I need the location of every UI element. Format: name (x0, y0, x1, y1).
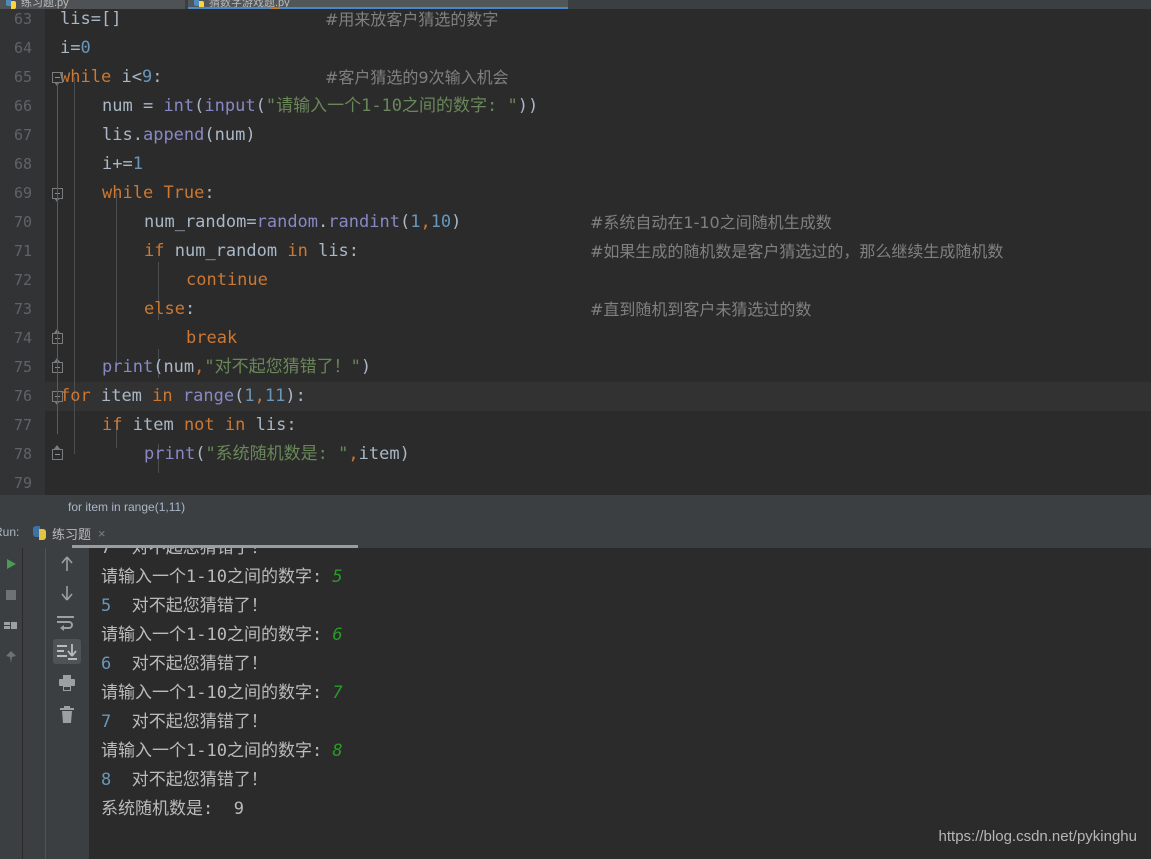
run-tool-window[interactable]: Run: 练习题 × (0, 521, 1151, 859)
line-number: 76 (13, 387, 32, 405)
code-comment[interactable]: #系统自动在1-10之间随机生成数 (590, 208, 832, 237)
code-line[interactable]: else: (144, 295, 195, 324)
console-result-line: 7 对不起您猜错了！ (101, 712, 268, 732)
run-console-toolbar[interactable] (46, 548, 89, 859)
watermark-url: https://blog.csdn.net/pykinghu (938, 828, 1137, 845)
printer-icon[interactable] (57, 673, 77, 697)
line-number: 65 (13, 68, 32, 86)
breadcrumb: for item in range(1,11) (0, 495, 1151, 521)
layout-icon[interactable] (3, 618, 19, 637)
code-line[interactable]: print("系统随机数是: ",item) (144, 440, 410, 469)
close-icon[interactable]: × (98, 526, 106, 541)
console-exit-line: Process finished with exit code 0 (101, 853, 439, 859)
run-tool-window-body: 7 对不起您猜错了！ 请输入一个1-10之间的数字: 5 5 对不起您猜错了！ 请输入… (0, 548, 1151, 859)
code-fold-toggle[interactable] (52, 329, 64, 345)
code-comment[interactable]: #用来放客户猜选的数字 (325, 9, 498, 34)
code-comment[interactable]: #如果生成的随机数是客户猜选过的，那么继续生成随机数 (590, 237, 1003, 266)
code-fold-toggle[interactable] (52, 358, 64, 374)
console-prompt-line: 请输入一个1-10之间的数字: 6 (101, 625, 343, 645)
code-line[interactable]: num = int(input("请输入一个1-10之间的数字: ")) (102, 92, 538, 121)
code-fold-toggle[interactable] (52, 188, 64, 202)
line-number: 72 (13, 271, 32, 289)
line-number: 77 (13, 416, 32, 434)
pin-icon[interactable] (3, 649, 19, 669)
line-number: 75 (13, 358, 32, 376)
code-line[interactable]: break (186, 324, 237, 353)
code-comment[interactable]: #直到随机到客户未猜选过的数 (590, 295, 811, 324)
run-tool-window-header: Run: 练习题 × (0, 521, 1151, 548)
code-line[interactable]: lis=[] (60, 9, 121, 34)
arrow-up-icon[interactable] (57, 554, 77, 578)
run-console-output[interactable]: 7 对不起您猜错了！ 请输入一个1-10之间的数字: 5 5 对不起您猜错了！ 请输入… (89, 548, 1151, 859)
console-prompt-line: 请输入一个1-10之间的数字: 7 (101, 683, 343, 703)
code-line[interactable]: if num_random in lis: (144, 237, 359, 266)
line-number: 67 (13, 126, 32, 144)
code-line[interactable]: for item in range(1,11): (60, 382, 306, 411)
console-result-line: 6 对不起您猜错了！ (101, 654, 268, 674)
code-line[interactable]: i+=1 (102, 150, 143, 179)
run-left-toolbar[interactable] (0, 548, 22, 859)
console-line: 7 对不起您猜错了！ (101, 548, 268, 558)
arrow-down-icon[interactable] (57, 583, 77, 607)
editor-tab-strip: 练习题.py 猜数字游戏题.py (0, 0, 1151, 13)
console-prompt-line: 请输入一个1-10之间的数字: 8 (101, 741, 343, 761)
code-fold-toggle[interactable] (52, 445, 64, 461)
line-number: 78 (13, 445, 32, 463)
console-result-line: 8 对不起您猜错了！ (101, 770, 268, 790)
code-line[interactable]: num_random=random.randint(1,10) (144, 208, 461, 237)
console-line: 系统随机数是: 9 (101, 799, 244, 819)
code-line[interactable]: print(num,"对不起您猜错了！") (102, 353, 371, 382)
line-number: 66 (13, 97, 32, 115)
run-config-tab[interactable]: 练习题 × (33, 523, 106, 543)
python-run-config-icon (33, 526, 47, 540)
line-number: 73 (13, 300, 32, 318)
console-result-line: 5 对不起您猜错了！ (101, 596, 268, 616)
scroll-to-end-icon[interactable] (53, 639, 81, 664)
console-divider (45, 548, 46, 859)
run-tool-window-label: Run: (0, 525, 20, 539)
line-number: 64 (13, 39, 32, 57)
code-fold-toggle[interactable] (52, 391, 64, 405)
run-config-tab-label: 练习题 (52, 526, 92, 542)
line-number-gutter[interactable]: 63 64 65 66 67 68 69 70 71 72 73 74 75 76 77 78 79 (0, 9, 45, 495)
indent-guide (116, 193, 117, 367)
code-editor[interactable]: 63 64 65 66 67 68 69 70 71 72 73 74 75 76 77 78 79 lis=[… (0, 9, 1151, 495)
code-line[interactable]: while True: (102, 179, 215, 208)
code-line[interactable]: while i<9: (60, 63, 162, 92)
breadcrumb-gutter-spacer (0, 495, 45, 521)
line-number: 69 (13, 184, 32, 202)
code-line[interactable]: i=0 (60, 34, 91, 63)
line-number: 70 (13, 213, 32, 231)
stop-square-icon[interactable] (4, 587, 18, 606)
code-fold-toggle[interactable] (52, 72, 64, 86)
console-prompt-line: 请输入一个1-10之间的数字: 5 (101, 567, 343, 587)
line-number: 71 (13, 242, 32, 260)
code-line[interactable]: if item not in lis: (102, 411, 297, 440)
toolbar-divider (22, 548, 23, 859)
fold-rail (57, 199, 58, 344)
soft-wrap-icon[interactable] (55, 612, 77, 636)
code-comment[interactable]: #客户猜选的9次输入机会 (325, 63, 509, 92)
code-line[interactable]: lis.append(num) (102, 121, 256, 150)
line-number: 74 (13, 329, 32, 347)
line-number: 68 (13, 155, 32, 173)
play-icon[interactable] (4, 556, 18, 575)
line-number: 79 (13, 474, 32, 492)
line-number: 63 (13, 10, 32, 28)
code-line[interactable]: continue (186, 266, 268, 295)
code-text-area[interactable]: lis=[] #用来放客户猜选的数字 i=0 while i<9: #客户猜选的9次输入… (45, 9, 1151, 495)
trash-icon[interactable] (58, 705, 76, 729)
breadcrumb-text: for item in range(1,11) (68, 500, 186, 514)
